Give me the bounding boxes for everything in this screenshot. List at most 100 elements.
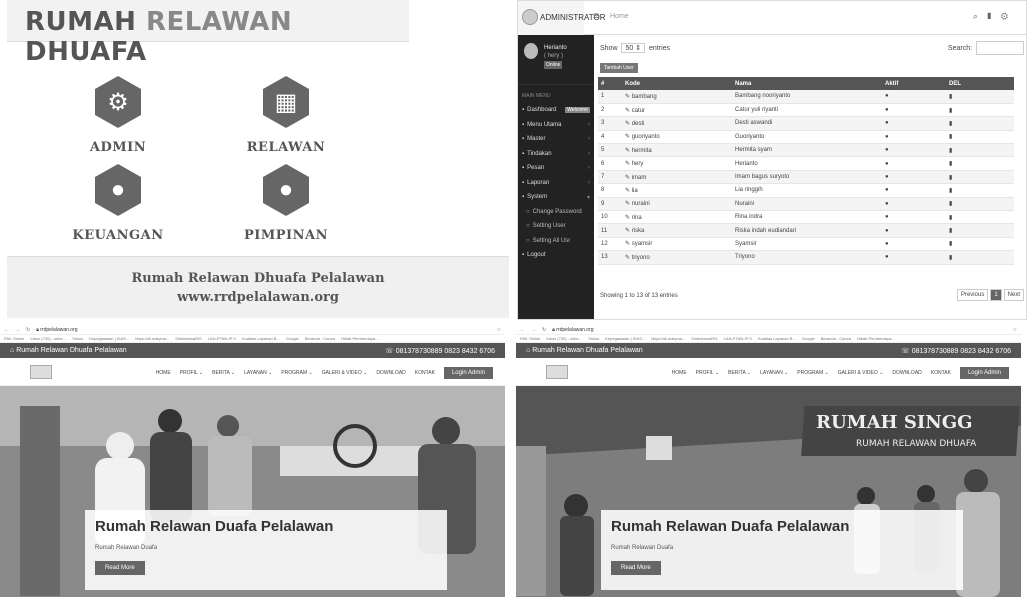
active-icon[interactable]: ● (882, 197, 946, 212)
trash-icon[interactable]: ▮ (946, 143, 1014, 158)
nav-menu-item[interactable]: DOWNLOAD (376, 370, 405, 376)
bookmark-item[interactable]: LAN-PTAN-IP S (724, 336, 752, 341)
edit-icon[interactable]: ✎ (625, 241, 632, 247)
cell-kode[interactable]: ✎ hery (622, 156, 732, 171)
bookmark-item[interactable]: Beranda - Canva (305, 336, 335, 341)
cell-kode[interactable]: ✎ lia (622, 183, 732, 198)
nav-menu-item[interactable]: KONTAK (415, 370, 435, 376)
trash-icon[interactable]: ▮ (946, 183, 1014, 198)
active-icon[interactable]: ● (882, 130, 946, 145)
trash-icon[interactable]: ▮ (946, 116, 1014, 131)
edit-icon[interactable]: ✎ (625, 201, 632, 207)
trash-icon[interactable]: ▮ (946, 130, 1014, 145)
read-more-button[interactable]: Read More (611, 561, 661, 575)
bookmark-item[interactable]: https://dt-malyma... (135, 336, 169, 341)
active-icon[interactable]: ● (882, 143, 946, 158)
nav-menu-item[interactable]: LAYANAN ⌄ (244, 370, 272, 376)
nav-menu-item[interactable]: GALERI & VIDEO ⌄ (322, 370, 368, 376)
bookmark-item[interactable]: Hibah Pemberdaya... (857, 336, 895, 341)
cell-kode[interactable]: ✎ riska (622, 223, 732, 238)
nav-menu-item[interactable]: PROGRAM ⌄ (281, 370, 312, 376)
search-icon[interactable]: ⌕ (973, 11, 986, 21)
col-number[interactable]: # (598, 77, 622, 90)
sidebar-item-menu-utama[interactable]: ▪ Menu Utama ‹ (518, 118, 594, 133)
trash-icon[interactable]: ▮ (946, 103, 1014, 118)
bookmark-item[interactable]: PAK Online (520, 336, 540, 341)
url-field[interactable]: 🔒︎ rrdpelalawan.org (36, 327, 490, 333)
sidebar-item-tindakan[interactable]: ▪ Tindakan ‹ (518, 147, 594, 162)
bookmark-item[interactable]: Inbox (730) - seke... (546, 336, 582, 341)
bookmark-item[interactable]: Google (286, 336, 299, 341)
edit-icon[interactable]: ✎ (625, 175, 632, 181)
cell-kode[interactable]: ✎ catur (622, 103, 732, 118)
login-admin-button[interactable]: Login Admin (959, 367, 1009, 379)
url-field[interactable]: 🔒︎ rrdpelalawan.org (552, 327, 1006, 333)
nav-menu-item[interactable]: PROFIL ⌄ (696, 370, 719, 376)
cell-kode[interactable]: ✎ desti (622, 116, 732, 131)
trash-icon[interactable]: ▮ (946, 210, 1014, 225)
bookmark-item[interactable]: LAN-PTAN-IP S (208, 336, 236, 341)
sidebar-item-system[interactable]: ▪ System ▾ (518, 190, 594, 205)
star-icon[interactable]: ☆ (497, 327, 501, 333)
bookmark-item[interactable]: SimbelamaRiS (175, 336, 201, 341)
page-length-select[interactable]: 50 ⇕ (621, 43, 646, 53)
edit-icon[interactable]: ✎ (625, 228, 632, 234)
bookmark-item[interactable]: Yahoo (72, 336, 83, 341)
nav-menu-item[interactable]: BERITA ⌄ (212, 370, 235, 376)
forward-icon[interactable]: → (15, 327, 20, 333)
trash-icon[interactable]: ▮ (946, 156, 1014, 171)
lock-icon[interactable]: ▮ (986, 11, 1001, 21)
cell-kode[interactable]: ✎ nuraini (622, 197, 732, 212)
edit-icon[interactable]: ✎ (625, 161, 632, 167)
prev-page-button[interactable]: Previous (956, 289, 989, 301)
forward-icon[interactable]: → (531, 327, 536, 333)
nav-menu-item[interactable]: HOME (672, 370, 687, 376)
trash-icon[interactable]: ▮ (946, 197, 1014, 212)
edit-icon[interactable]: ✎ (625, 94, 632, 100)
nav-menu-item[interactable]: GALERI & VIDEO ⌄ (838, 370, 884, 376)
active-icon[interactable]: ● (882, 223, 946, 238)
edit-icon[interactable]: ✎ (625, 188, 632, 194)
bookmark-item[interactable]: Yahoo (588, 336, 599, 341)
bookmark-item[interactable]: https://dt-malyma... (651, 336, 685, 341)
edit-icon[interactable]: ✎ (625, 108, 632, 114)
bookmark-item[interactable]: Kepegawaian | SIAS... (89, 336, 129, 341)
nav-menu-item[interactable]: LAYANAN ⌄ (760, 370, 788, 376)
trash-icon[interactable]: ▮ (946, 90, 1014, 104)
active-icon[interactable]: ● (882, 183, 946, 198)
next-page-button[interactable]: Next (1003, 289, 1024, 301)
bookmark-item[interactable]: Kualitas Layanan B... (242, 336, 280, 341)
bookmark-item[interactable]: Inbox (730) - seke... (30, 336, 66, 341)
sidebar-item-setting-user[interactable]: ○ Setting User (518, 219, 594, 234)
edit-icon[interactable]: ✎ (625, 255, 632, 261)
nav-menu-item[interactable]: PROGRAM ⌄ (797, 370, 828, 376)
cell-kode[interactable]: ✎ rina (622, 210, 732, 225)
bookmark-item[interactable]: Kepegawaian | SIAS... (605, 336, 645, 341)
cell-kode[interactable]: ✎ hermita (622, 143, 732, 158)
col-nama[interactable]: Nama (732, 77, 882, 90)
edit-icon[interactable]: ✎ (625, 148, 632, 154)
cell-kode[interactable]: ✎ triyono (622, 250, 732, 265)
col-del[interactable]: DEL (946, 77, 1014, 90)
star-icon[interactable]: ☆ (1013, 327, 1017, 333)
tile-keuangan[interactable]: ● KEUANGAN (58, 164, 178, 254)
site-logo[interactable] (546, 364, 568, 379)
sidebar-item-setting-all-usr[interactable]: ○ Setting All Usr (518, 234, 594, 249)
bookmark-item[interactable]: Kualitas Layanan B... (758, 336, 796, 341)
active-icon[interactable]: ● (882, 103, 946, 118)
tile-admin[interactable]: ⚙ ADMIN (58, 76, 178, 166)
search-input[interactable] (976, 41, 1024, 55)
col-aktif[interactable]: Aktif (882, 77, 946, 90)
nav-menu-item[interactable]: PROFIL ⌄ (180, 370, 203, 376)
active-icon[interactable]: ● (882, 210, 946, 225)
page-1-button[interactable]: 1 (990, 289, 1002, 301)
active-icon[interactable]: ● (882, 156, 946, 171)
site-logo[interactable] (30, 364, 52, 379)
active-icon[interactable]: ● (882, 250, 946, 265)
back-icon[interactable]: ← (4, 327, 9, 333)
tile-pimpinan[interactable]: ● PIMPINAN (226, 164, 346, 254)
edit-icon[interactable]: ✎ (625, 134, 632, 140)
edit-icon[interactable]: ✎ (625, 121, 632, 127)
bookmark-item[interactable]: Hibah Pemberdaya... (341, 336, 379, 341)
tile-relawan[interactable]: ▦ RELAWAN (226, 76, 346, 166)
